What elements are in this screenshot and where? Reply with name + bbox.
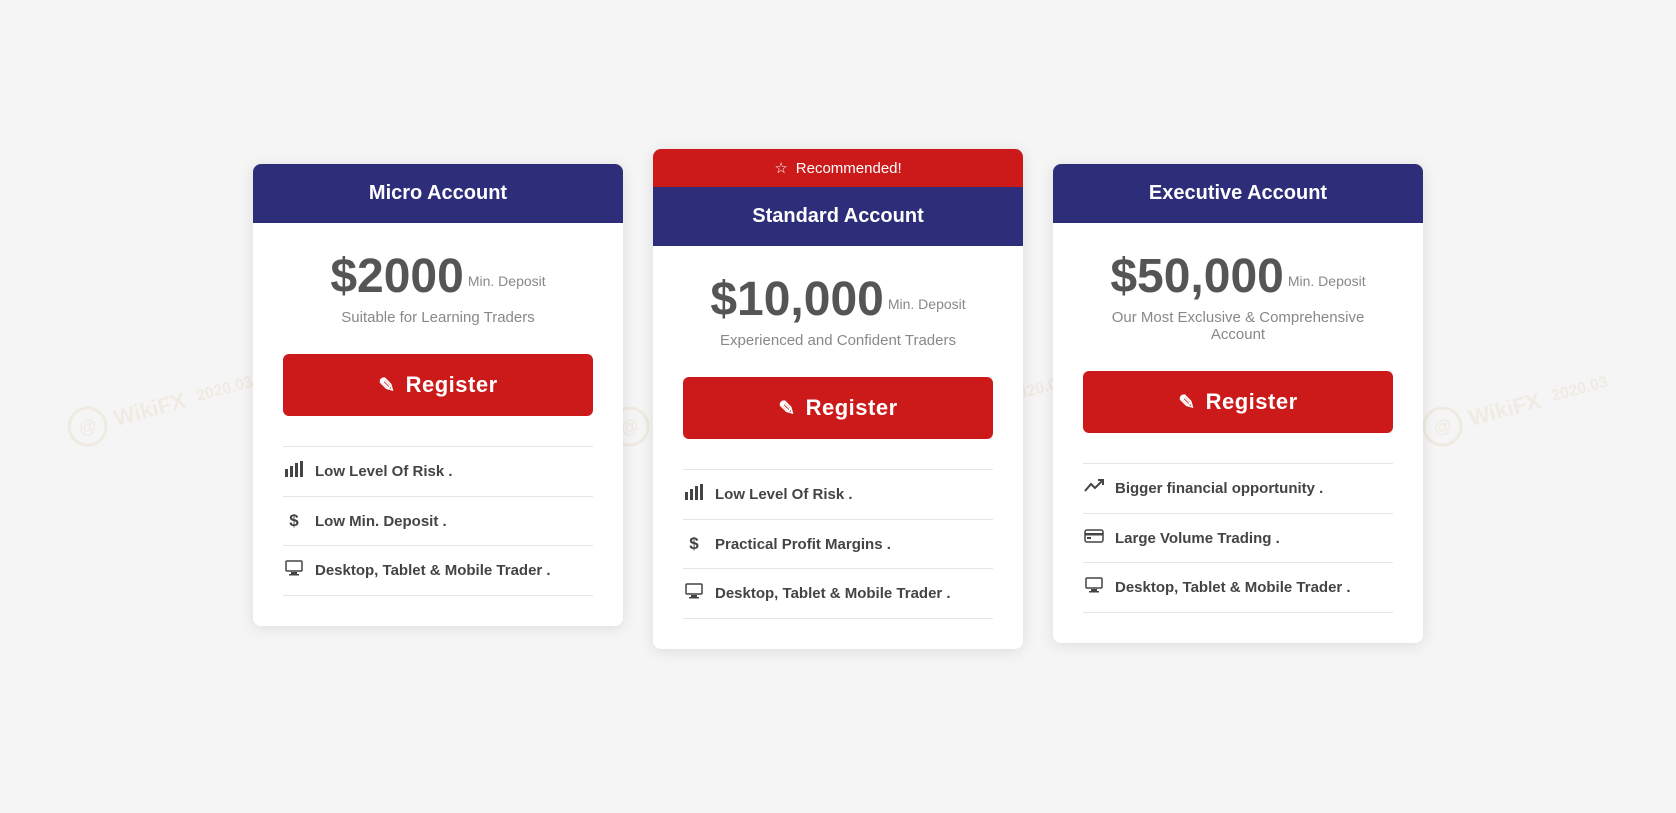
standard-price-amount: $10,000 xyxy=(710,273,884,326)
micro-price-amount: $2000 xyxy=(330,250,463,303)
executive-feature-opportunity-label: Bigger financial opportunity . xyxy=(1115,480,1323,497)
executive-register-label: Register xyxy=(1206,389,1298,415)
micro-price-block: $2000 Min. Deposit xyxy=(283,253,593,301)
micro-feature-deposit-label: Low Min. Deposit . xyxy=(315,513,447,530)
standard-price-block: $10,000Min. Deposit xyxy=(683,276,993,324)
pencil-icon-executive xyxy=(1178,389,1195,415)
dollar-icon: $ xyxy=(283,511,305,531)
micro-price-label: Min. Deposit xyxy=(468,273,546,289)
micro-feature-platforms-label: Desktop, Tablet & Mobile Trader . xyxy=(315,562,551,579)
standard-register-label: Register xyxy=(806,395,898,421)
standard-account-card: Recommended! Standard Account $10,000Min… xyxy=(653,149,1023,649)
micro-account-card: Micro Account $2000 Min. Deposit Suitable… xyxy=(253,164,623,626)
micro-feature-risk: Low Level Of Risk . xyxy=(283,447,593,497)
executive-price-amount: $50,000 xyxy=(1110,250,1284,303)
executive-feature-volume-label: Large Volume Trading . xyxy=(1115,530,1280,547)
micro-feature-risk-label: Low Level Of Risk . xyxy=(315,463,453,480)
standard-register-button[interactable]: Register xyxy=(683,377,993,439)
executive-price-label: Min. Deposit xyxy=(1288,273,1366,289)
standard-price-label: Min. Deposit xyxy=(888,296,966,312)
executive-price-block: $50,000Min. Deposit xyxy=(1083,253,1393,301)
desktop-icon xyxy=(283,560,305,581)
executive-feature-volume: Large Volume Trading . xyxy=(1083,514,1393,563)
standard-feature-risk: Low Level Of Risk . xyxy=(683,470,993,520)
standard-account-body: $10,000Min. Deposit Experienced and Conf… xyxy=(653,246,1023,649)
standard-account-title: Standard Account xyxy=(752,205,924,227)
standard-account-header: Standard Account xyxy=(653,187,1023,246)
micro-account-title: Micro Account xyxy=(369,182,507,204)
trend-icon xyxy=(1083,478,1105,499)
desktop-icon-standard xyxy=(683,583,705,604)
pencil-icon xyxy=(378,372,395,398)
executive-feature-opportunity: Bigger financial opportunity . xyxy=(1083,464,1393,514)
dollar-icon-standard: $ xyxy=(683,534,705,554)
standard-feature-platforms: Desktop, Tablet & Mobile Trader . xyxy=(683,569,993,619)
micro-account-header: Micro Account xyxy=(253,164,623,223)
executive-account-header: Executive Account xyxy=(1053,164,1423,223)
executive-register-button[interactable]: Register xyxy=(1083,371,1393,433)
executive-price-subtitle: Our Most Exclusive & Comprehensive Accou… xyxy=(1083,309,1393,343)
executive-account-body: $50,000Min. Deposit Our Most Exclusive &… xyxy=(1053,223,1423,643)
executive-account-title: Executive Account xyxy=(1149,182,1327,204)
micro-price-subtitle: Suitable for Learning Traders xyxy=(283,309,593,326)
micro-register-button[interactable]: Register xyxy=(283,354,593,416)
micro-feature-platforms: Desktop, Tablet & Mobile Trader . xyxy=(283,546,593,596)
standard-feature-profit: $ Practical Profit Margins . xyxy=(683,520,993,569)
micro-features-list: Low Level Of Risk . $ Low Min. Deposit . xyxy=(283,446,593,596)
micro-feature-deposit: $ Low Min. Deposit . xyxy=(283,497,593,546)
executive-feature-platforms: Desktop, Tablet & Mobile Trader . xyxy=(1083,563,1393,613)
standard-price-subtitle: Experienced and Confident Traders xyxy=(683,332,993,349)
recommended-label: Recommended! xyxy=(796,160,902,177)
pencil-icon-standard xyxy=(778,395,795,421)
executive-feature-platforms-label: Desktop, Tablet & Mobile Trader . xyxy=(1115,579,1351,596)
executive-features-list: Bigger financial opportunity . Large Vol… xyxy=(1083,463,1393,613)
card-icon xyxy=(1083,528,1105,548)
standard-feature-platforms-label: Desktop, Tablet & Mobile Trader . xyxy=(715,585,951,602)
standard-feature-profit-label: Practical Profit Margins . xyxy=(715,536,891,553)
desktop-icon-executive xyxy=(1083,577,1105,598)
cards-container: Micro Account $2000 Min. Deposit Suitable… xyxy=(233,124,1443,689)
micro-account-body: $2000 Min. Deposit Suitable for Learning … xyxy=(253,223,623,626)
star-icon xyxy=(774,159,787,177)
chart-icon-standard xyxy=(683,484,705,505)
executive-account-card: Executive Account $50,000Min. Deposit Ou… xyxy=(1053,164,1423,643)
standard-feature-risk-label: Low Level Of Risk . xyxy=(715,486,853,503)
recommended-banner: Recommended! xyxy=(653,149,1023,187)
micro-register-label: Register xyxy=(406,372,498,398)
chart-icon xyxy=(283,461,305,482)
standard-features-list: Low Level Of Risk . $ Practical Profit M… xyxy=(683,469,993,619)
